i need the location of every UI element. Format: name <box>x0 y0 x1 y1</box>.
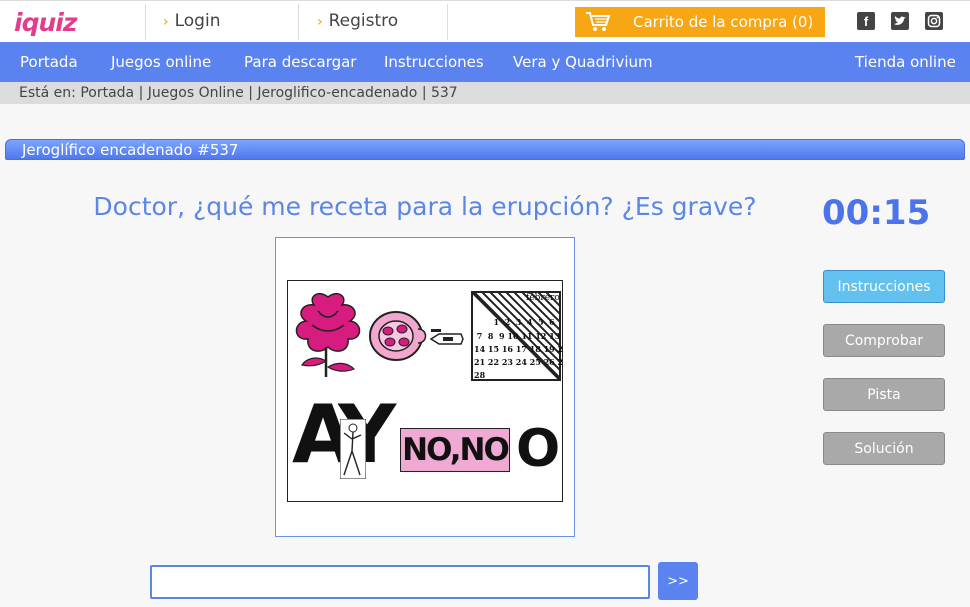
breadcrumb: Está en: Portada | Juegos Online | Jerog… <box>0 82 970 104</box>
breadcrumb-item[interactable]: Jeroglifico-encadenado <box>257 85 417 101</box>
dancer-figure-icon <box>340 419 366 479</box>
instagram-icon[interactable] <box>925 12 943 30</box>
nav-item-instrucciones[interactable]: Instrucciones <box>384 53 484 71</box>
calendar-row: 1 2 3 4 5 6 <box>474 317 555 327</box>
calendar-row: 21 22 23 24 25 26 27 <box>474 357 563 367</box>
divider <box>145 4 146 40</box>
lighter-icon <box>429 333 464 345</box>
puzzle-question: Doctor, ¿qué me receta para la erupción?… <box>93 192 757 221</box>
login-label: Login <box>174 11 221 31</box>
twitter-icon[interactable] <box>891 12 909 30</box>
nav-item-para-descargar[interactable]: Para descargar <box>244 53 356 71</box>
top-bar: iquiz › Login › Registro Carrito de la com… <box>0 0 970 42</box>
puzzle-image-frame: febrero 1 2 3 4 5 6 7 8 9 10 11 12 13 14… <box>275 237 575 537</box>
countdown-timer: 00:15 <box>822 193 931 233</box>
calendar-month-label: febrero <box>526 293 560 303</box>
cart-button[interactable]: Carrito de la compra (0) <box>575 7 825 37</box>
check-button[interactable]: Comprobar <box>823 324 945 357</box>
instagram-camera-glyph <box>927 14 941 28</box>
calendar-row: 14 15 16 17 18 19 20 <box>474 344 563 354</box>
rebus-nono-box: NO,NO <box>400 428 510 472</box>
twitter-bird-glyph <box>894 16 906 25</box>
facebook-icon[interactable]: f <box>857 12 875 30</box>
main-nav: Portada Juegos online Para descargar Ins… <box>0 42 970 82</box>
shopping-cart-icon <box>586 12 611 31</box>
hint-button[interactable]: Pista <box>823 378 945 411</box>
solution-button[interactable]: Solución <box>823 432 945 465</box>
breadcrumb-item[interactable]: Portada <box>80 85 134 101</box>
tomato-slice-icon <box>369 311 427 361</box>
logo-text: iquiz <box>14 8 77 37</box>
rebus-letter-o: O <box>516 419 561 479</box>
breadcrumb-item[interactable]: Juegos Online <box>148 85 244 101</box>
section-title: Jeroglífico encadenado #537 <box>5 139 965 160</box>
breadcrumb-prefix: Está en: <box>19 85 76 101</box>
answer-input[interactable] <box>150 565 650 599</box>
divider <box>298 4 299 40</box>
nav-item-juegos-online[interactable]: Juegos online <box>111 53 211 71</box>
chevron-right-icon: › <box>317 14 323 30</box>
nav-item-portada[interactable]: Portada <box>20 53 78 71</box>
divider <box>447 4 448 40</box>
breadcrumb-item: 537 <box>430 85 458 101</box>
chevron-right-icon: › <box>163 14 169 30</box>
rebus-image: febrero 1 2 3 4 5 6 7 8 9 10 11 12 13 14… <box>287 280 563 502</box>
rose-icon <box>295 293 361 377</box>
instructions-button[interactable]: Instrucciones <box>823 270 945 303</box>
cart-label: Carrito de la compra (0) <box>633 13 814 31</box>
calendar-row: 28 <box>474 370 486 380</box>
login-link[interactable]: › Login <box>163 11 220 31</box>
calendar-row: 7 8 9 10 11 12 13 <box>474 331 561 341</box>
site-logo[interactable]: iquiz <box>14 8 122 37</box>
nav-item-vera-quadrivium[interactable]: Vera y Quadrivium <box>513 53 653 71</box>
nav-item-tienda-online[interactable]: Tienda online <box>855 53 956 71</box>
register-label: Registro <box>328 11 399 31</box>
submit-button[interactable]: >> <box>658 562 698 600</box>
register-link[interactable]: › Registro <box>317 11 398 31</box>
